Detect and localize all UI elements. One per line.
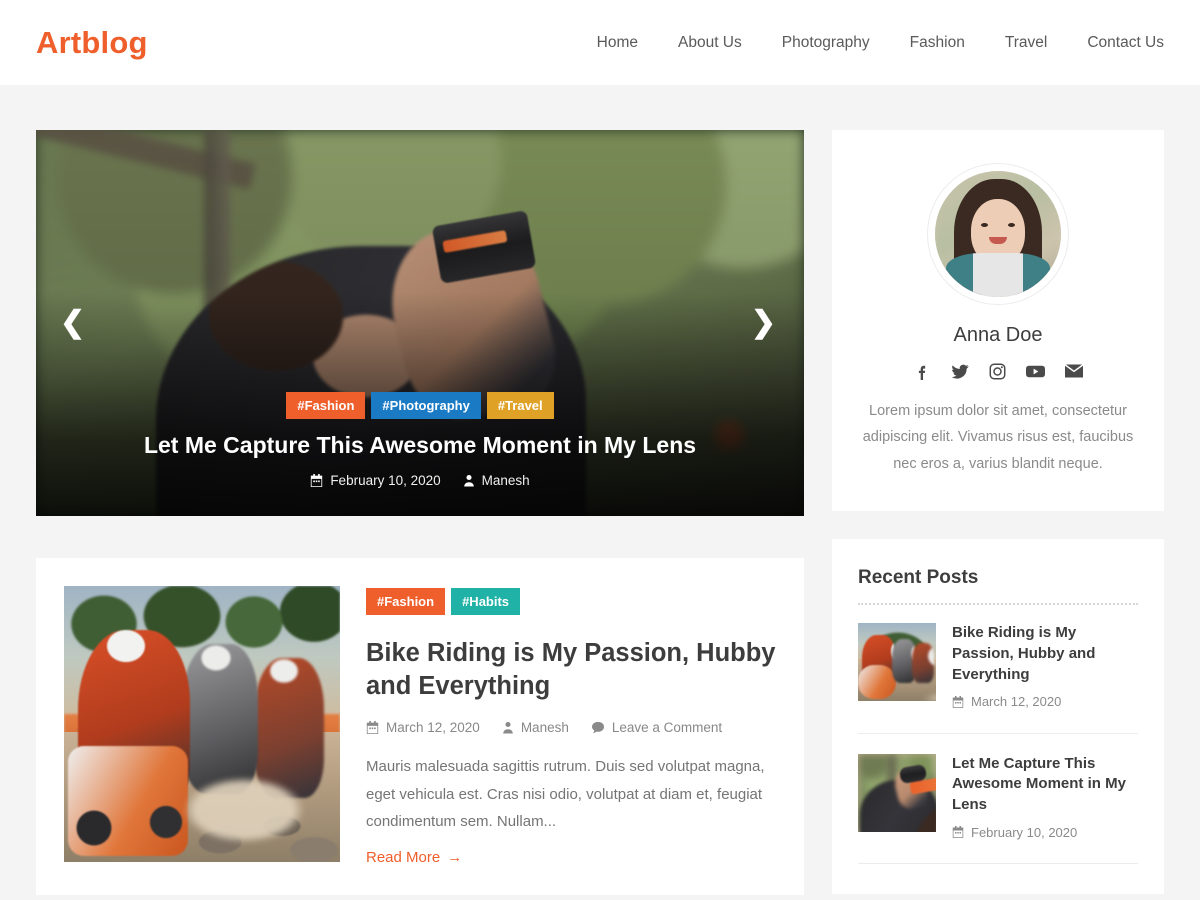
post-title[interactable]: Bike Riding is My Passion, Hubby and Eve… xyxy=(366,637,776,702)
hero-caption: #Fashion #Photography #Travel Let Me Cap… xyxy=(36,392,804,488)
hero-tag-photography[interactable]: #Photography xyxy=(371,392,481,420)
post-date: March 12, 2020 xyxy=(366,720,480,735)
nav-item-contact-us[interactable]: Contact Us xyxy=(1067,34,1164,52)
nav-item-home[interactable]: Home xyxy=(577,34,658,52)
recent-post-date-text: February 10, 2020 xyxy=(971,824,1078,840)
instagram-icon[interactable] xyxy=(989,363,1006,380)
nav-item-about-us[interactable]: About Us xyxy=(658,34,762,52)
avatar xyxy=(928,164,1068,304)
recent-post-title[interactable]: Let Me Capture This Awesome Moment in My… xyxy=(952,754,1138,816)
facebook-icon[interactable] xyxy=(914,363,931,380)
post-thumbnail[interactable] xyxy=(64,586,340,862)
profile-widget: Anna Doe Lorem ipsum dolor sit amet, con… xyxy=(832,130,1164,512)
post-author-text: Manesh xyxy=(520,720,569,736)
youtube-icon[interactable] xyxy=(1025,363,1045,380)
recent-post-date: February 10, 2020 xyxy=(952,825,1077,840)
social-links xyxy=(862,363,1134,380)
calendar-icon xyxy=(311,474,323,487)
hero-tag-list: #Fashion #Photography #Travel xyxy=(76,392,764,420)
post-comments[interactable]: Leave a Comment xyxy=(591,720,722,735)
sidebar: Anna Doe Lorem ipsum dolor sit amet, con… xyxy=(832,130,1164,895)
post-card: #Fashion #Habits Bike Riding is My Passi… xyxy=(36,558,804,896)
post-tag-list: #Fashion #Habits xyxy=(366,588,776,615)
post-date-text: March 12, 2020 xyxy=(386,720,480,736)
post-author: Manesh xyxy=(502,720,569,735)
hero-tag-fashion[interactable]: #Fashion xyxy=(286,392,366,420)
site-logo[interactable]: Artblog xyxy=(36,25,148,61)
profile-name: Anna Doe xyxy=(953,324,1043,346)
nav-item-photography[interactable]: Photography xyxy=(762,34,890,52)
nav-item-travel[interactable]: Travel xyxy=(985,34,1068,52)
list-item: Let Me Capture This Awesome Moment in My… xyxy=(858,753,1138,865)
main-navigation: Home About Us Photography Fashion Travel… xyxy=(577,34,1164,52)
hero-date: February 10, 2020 xyxy=(310,473,441,488)
recent-post-text: Bike Riding is My Passion, Hubby and Eve… xyxy=(952,623,1138,713)
page-body: ❮ ❯ #Fashion #Photography #Travel Let Me… xyxy=(0,85,1200,896)
hero-tag-travel[interactable]: #Travel xyxy=(486,392,554,420)
post-meta: March 12, 2020 Manesh Leave a Comment xyxy=(366,720,776,735)
recent-post-text: Let Me Capture This Awesome Moment in My… xyxy=(952,754,1138,844)
recent-posts-widget: Recent Posts Bike Riding is My Passion, … xyxy=(832,539,1164,895)
user-icon xyxy=(503,722,513,734)
slider-next-chevron-right-icon[interactable]: ❯ xyxy=(751,308,776,338)
hero-author: Manesh xyxy=(463,473,530,488)
recent-post-date: March 12, 2020 xyxy=(952,694,1061,709)
arrow-right-icon: → xyxy=(447,849,463,867)
calendar-icon xyxy=(366,721,379,735)
recent-post-date-text: March 12, 2020 xyxy=(971,694,1062,710)
read-more-link[interactable]: Read More → xyxy=(366,849,462,866)
calendar-icon xyxy=(952,695,964,708)
comment-icon xyxy=(591,722,604,734)
calendar-icon xyxy=(952,826,964,839)
nav-item-fashion[interactable]: Fashion xyxy=(890,34,985,52)
hero-author-text: Manesh xyxy=(481,473,530,488)
post-body: #Fashion #Habits Bike Riding is My Passi… xyxy=(366,586,776,867)
post-tag-fashion[interactable]: #Fashion xyxy=(366,588,446,615)
hero-post-title[interactable]: Let Me Capture This Awesome Moment in My… xyxy=(76,431,764,461)
post-tag-habits[interactable]: #Habits xyxy=(451,588,521,615)
user-icon xyxy=(463,474,474,487)
post-comments-text: Leave a Comment xyxy=(611,720,723,736)
read-more-label: Read More xyxy=(366,849,441,867)
slider-prev-chevron-left-icon[interactable]: ❮ xyxy=(60,308,85,338)
site-header: Artblog Home About Us Photography Fashio… xyxy=(0,0,1200,85)
hero-date-text: February 10, 2020 xyxy=(330,473,441,488)
list-item: Bike Riding is My Passion, Hubby and Eve… xyxy=(858,623,1138,734)
post-excerpt: Mauris malesuada sagittis rutrum. Duis s… xyxy=(366,758,765,830)
recent-post-title[interactable]: Bike Riding is My Passion, Hubby and Eve… xyxy=(952,623,1138,685)
main-column: ❮ ❯ #Fashion #Photography #Travel Let Me… xyxy=(36,130,804,896)
twitter-icon[interactable] xyxy=(951,363,969,380)
hero-slider[interactable]: ❮ ❯ #Fashion #Photography #Travel Let Me… xyxy=(36,130,804,516)
email-icon[interactable] xyxy=(1064,363,1083,380)
recent-post-thumbnail[interactable] xyxy=(858,623,936,702)
profile-bio: Lorem ipsum dolor sit amet, consectetur … xyxy=(862,403,1134,472)
divider xyxy=(858,603,1138,606)
hero-meta: February 10, 2020 Manesh xyxy=(76,473,764,488)
recent-posts-title: Recent Posts xyxy=(858,567,979,589)
recent-post-thumbnail[interactable] xyxy=(858,753,936,832)
